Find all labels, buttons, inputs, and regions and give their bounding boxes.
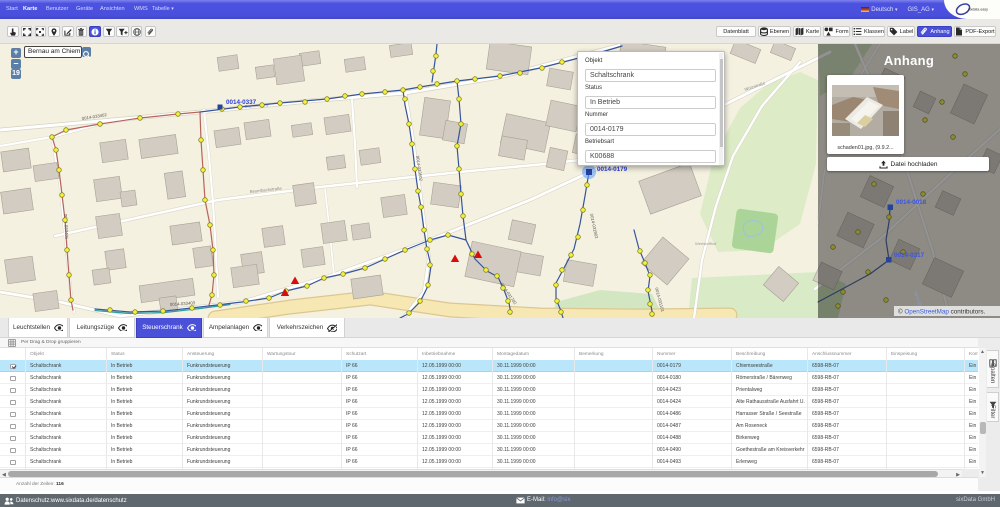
svg-text:0014-0317: 0014-0317 — [894, 252, 925, 259]
svg-text:Wertstoffhof: Wertstoffhof — [695, 241, 717, 246]
svg-text:© OpenStreetMap contributors.: © OpenStreetMap contributors. — [898, 308, 986, 316]
svg-text:0014-0018: 0014-0018 — [896, 199, 927, 206]
svg-text:0014-0179: 0014-0179 — [597, 166, 628, 173]
svg-text:0014-0337: 0014-0337 — [226, 99, 257, 106]
svg-text:sixdata easy: sixdata easy — [968, 8, 988, 12]
